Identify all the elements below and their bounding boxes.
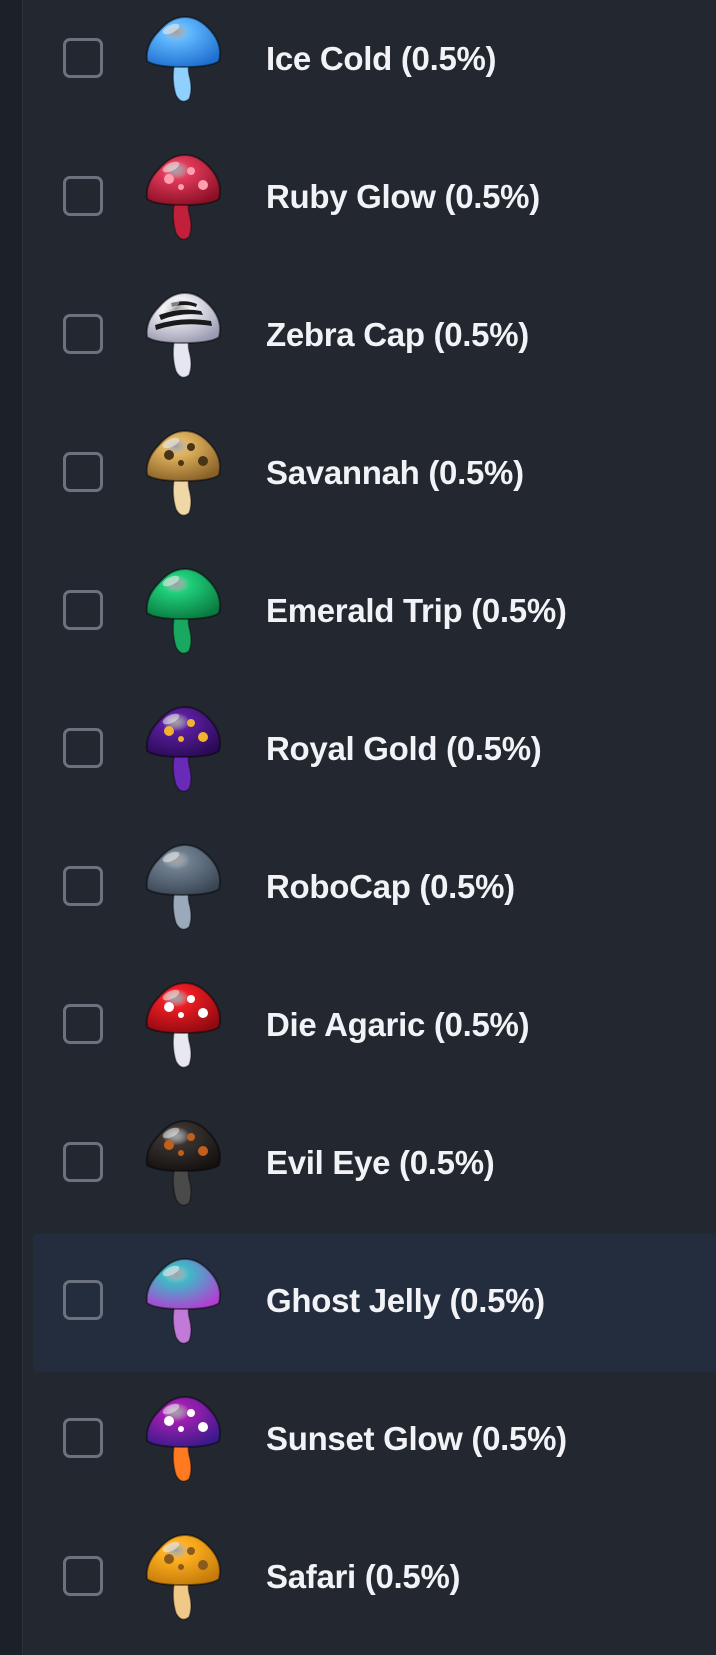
- item-label: Safari (0.5%): [266, 1558, 461, 1595]
- checkbox[interactable]: [63, 590, 103, 630]
- ghost-jelly-mushroom-icon: [141, 1251, 225, 1355]
- die-agaric-mushroom-icon: [141, 975, 225, 1079]
- item-label: Royal Gold (0.5%): [266, 730, 542, 767]
- item-label: Savannah (0.5%): [266, 454, 524, 491]
- checkbox[interactable]: [63, 1004, 103, 1044]
- checkbox[interactable]: [63, 1418, 103, 1458]
- item-label: Zebra Cap (0.5%): [266, 316, 529, 353]
- filter-panel: Ice Cold (0.5%) Ruby Glow (0.5%) Zebra C…: [23, 0, 716, 1655]
- filter-list-item[interactable]: Emerald Trip (0.5%): [33, 544, 716, 682]
- checkbox[interactable]: [63, 452, 103, 492]
- left-rail: [0, 0, 23, 1655]
- ruby-glow-mushroom-icon: [141, 147, 225, 251]
- filter-list-item[interactable]: Ruby Glow (0.5%): [33, 130, 716, 268]
- ice-cold-mushroom-icon: [141, 9, 225, 113]
- filter-list-item[interactable]: Ice Cold (0.5%): [33, 0, 716, 130]
- checkbox[interactable]: [63, 1142, 103, 1182]
- emerald-trip-mushroom-icon: [141, 561, 225, 665]
- safari-mushroom-icon: [141, 1527, 225, 1631]
- item-label: Evil Eye (0.5%): [266, 1144, 495, 1181]
- checkbox[interactable]: [63, 728, 103, 768]
- item-label: Ruby Glow (0.5%): [266, 178, 540, 215]
- mushroom-filter-list: Ice Cold (0.5%) Ruby Glow (0.5%) Zebra C…: [33, 0, 716, 1648]
- checkbox[interactable]: [63, 38, 103, 78]
- filter-list-item[interactable]: Safari (0.5%): [33, 1510, 716, 1648]
- filter-list-item[interactable]: Die Agaric (0.5%): [33, 958, 716, 1096]
- filter-list-item[interactable]: Sunset Glow (0.5%): [33, 1372, 716, 1510]
- filter-list-item[interactable]: Evil Eye (0.5%): [33, 1096, 716, 1234]
- zebra-cap-mushroom-icon: [141, 285, 225, 389]
- savannah-mushroom-icon: [141, 423, 225, 527]
- filter-list-screen: Ice Cold (0.5%) Ruby Glow (0.5%) Zebra C…: [0, 0, 716, 1655]
- sunset-glow-mushroom-icon: [141, 1389, 225, 1493]
- checkbox[interactable]: [63, 176, 103, 216]
- filter-list-item[interactable]: Royal Gold (0.5%): [33, 682, 716, 820]
- checkbox[interactable]: [63, 1556, 103, 1596]
- filter-list-item[interactable]: Ghost Jelly (0.5%): [33, 1234, 716, 1372]
- item-label: Sunset Glow (0.5%): [266, 1420, 567, 1457]
- filter-list-item[interactable]: Zebra Cap (0.5%): [33, 268, 716, 406]
- filter-list-item[interactable]: RoboCap (0.5%): [33, 820, 716, 958]
- checkbox[interactable]: [63, 1280, 103, 1320]
- item-label: RoboCap (0.5%): [266, 868, 515, 905]
- evil-eye-mushroom-icon: [141, 1113, 225, 1217]
- filter-list-item[interactable]: Savannah (0.5%): [33, 406, 716, 544]
- item-label: Ice Cold (0.5%): [266, 40, 497, 77]
- item-label: Emerald Trip (0.5%): [266, 592, 567, 629]
- royal-gold-mushroom-icon: [141, 699, 225, 803]
- robocap-mushroom-icon: [141, 837, 225, 941]
- item-label: Die Agaric (0.5%): [266, 1006, 530, 1043]
- checkbox[interactable]: [63, 314, 103, 354]
- checkbox[interactable]: [63, 866, 103, 906]
- item-label: Ghost Jelly (0.5%): [266, 1282, 545, 1319]
